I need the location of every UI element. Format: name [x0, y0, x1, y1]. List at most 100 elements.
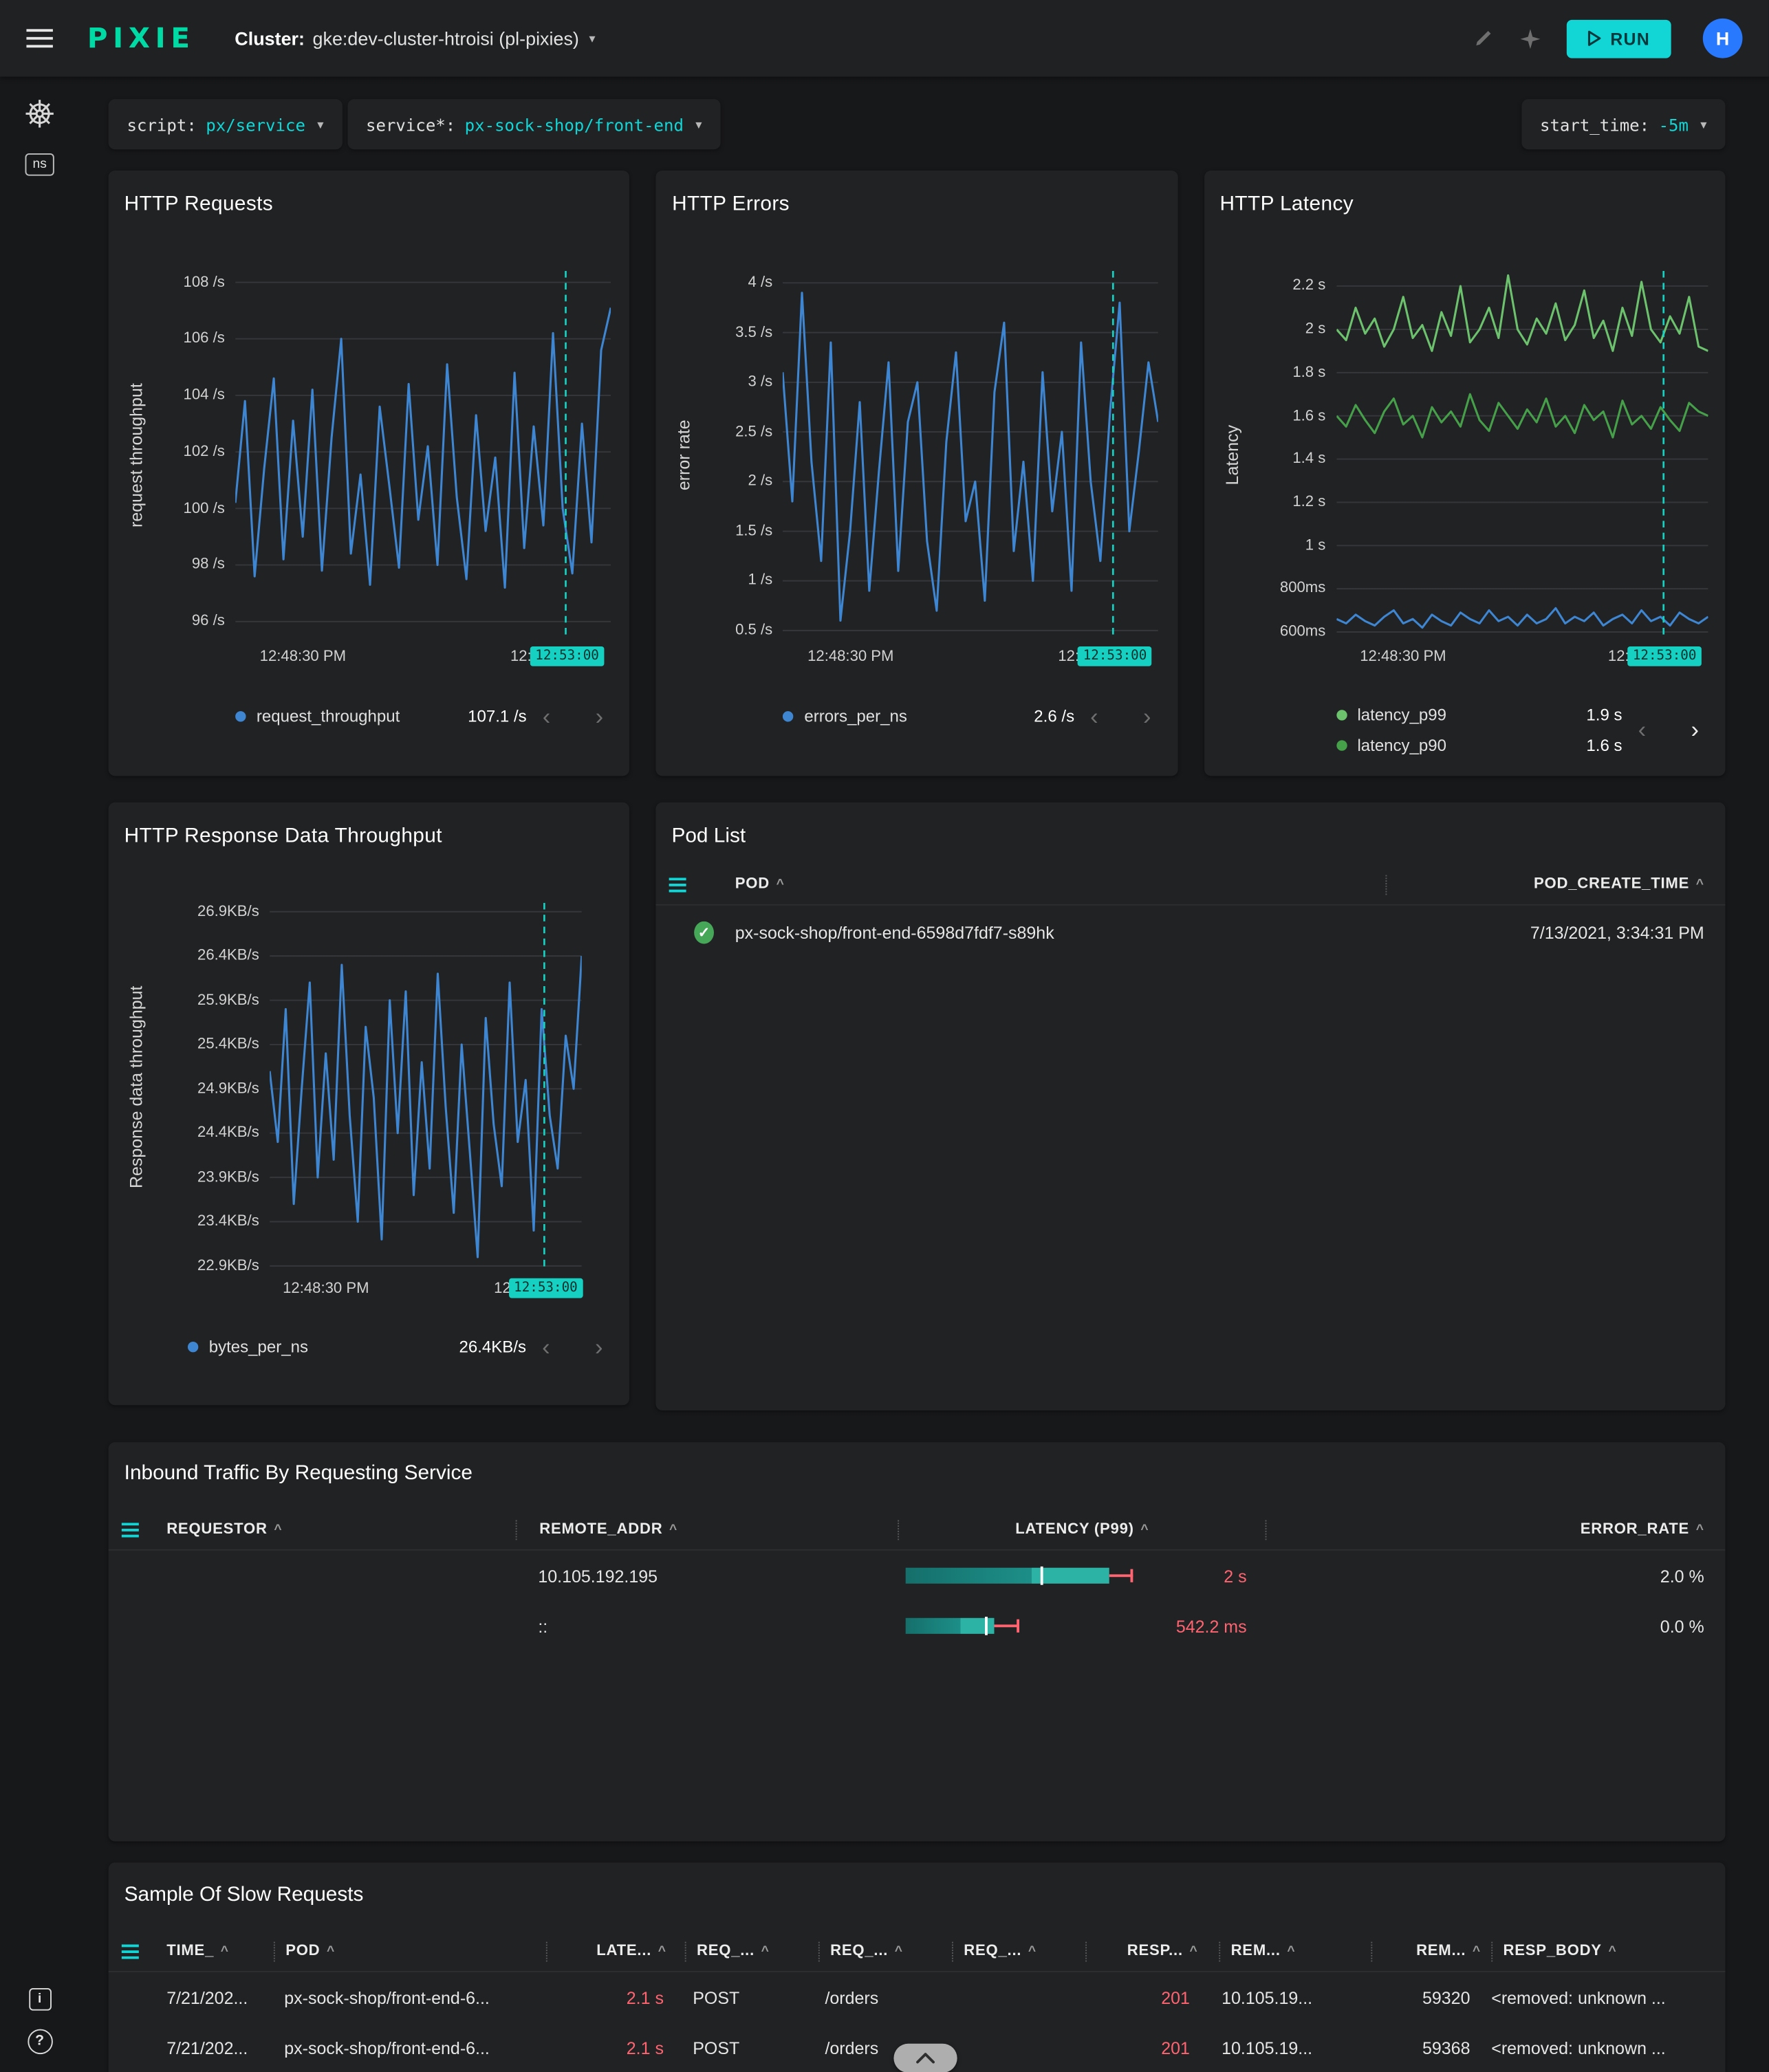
table-header-row: TIME_^ POD^ LATE...^ REQ_...^ REQ_...^ R… [109, 1931, 1726, 1972]
remote-addr-cell: 10.105.192.195 [516, 1566, 897, 1586]
time-cursor-badge: 12:53:00 [1627, 646, 1702, 666]
quantile-fill [906, 1618, 994, 1634]
chevron-down-icon: ▼ [587, 32, 597, 44]
latency-cell: 2.1 s [545, 2038, 682, 2058]
script-dropdown[interactable]: script: px/service ▼ [109, 99, 343, 149]
info-icon[interactable]: i [28, 1987, 51, 2010]
remote-addr-cell: 10.105.19... [1211, 2038, 1362, 2058]
play-icon [1588, 30, 1601, 46]
healthy-check-icon: ✓ [694, 921, 714, 944]
column-header-latency[interactable]: LATE...^ [547, 1943, 685, 1959]
table-row[interactable]: 10.105.192.195 2 s 2.0 % [109, 1551, 1726, 1601]
column-header-remote-port[interactable]: REM...^ [1372, 1943, 1491, 1959]
y-tick-label: 24.4KB/s [109, 1122, 259, 1144]
time-cursor-badge: 12:53:00 [530, 646, 605, 666]
http-requests-panel: HTTP Requests request throughput108 /s10… [109, 171, 630, 776]
quantile-whisker-cap [1130, 1569, 1133, 1582]
legend-next-icon[interactable]: › [1691, 717, 1699, 743]
legend-entry[interactable]: latency_p90 1.6 s [1336, 730, 1630, 760]
chart-plot-area[interactable] [783, 271, 1159, 638]
resp-status-cell: 201 [1079, 1987, 1211, 2007]
table-row[interactable]: ✓ px-sock-shop/front-end-6598d7fdf7-s89h… [655, 906, 1725, 959]
y-tick-label: 1 s [1204, 535, 1325, 556]
y-tick-label: 1.6 s [1204, 405, 1325, 426]
sort-asc-icon: ^ [327, 1944, 335, 1959]
y-tick-label: 1.5 /s [656, 521, 772, 542]
chart-plot-area[interactable] [270, 903, 582, 1270]
scroll-top-button[interactable] [893, 2044, 957, 2072]
column-header-req-method[interactable]: REQ_...^ [686, 1943, 818, 1959]
column-header-req-path[interactable]: REQ_...^ [820, 1943, 952, 1959]
series-value: 1.9 s [1586, 705, 1622, 723]
chart-legend: bytes_per_ns 26.4KB/s ‹ › [188, 1331, 611, 1362]
help-icon[interactable]: ? [27, 2029, 52, 2054]
legend-prev-icon[interactable]: ‹ [1638, 717, 1647, 743]
legend-next-icon[interactable]: › [596, 703, 604, 729]
edit-script-icon[interactable] [1473, 28, 1494, 49]
namespace-icon[interactable]: ns [25, 153, 54, 176]
legend-next-icon[interactable]: › [1143, 703, 1151, 729]
quantile-median-tick [984, 1617, 987, 1635]
http-requests-chart[interactable]: request throughput108 /s106 /s104 /s102 … [109, 171, 630, 776]
http-errors-chart[interactable]: error rate4 /s3.5 /s3 /s2.5 /s2 /s1.5 /s… [656, 171, 1177, 776]
start-time-dropdown[interactable]: start_time: -5m ▼ [1521, 99, 1725, 149]
quantile-whisker [994, 1624, 1019, 1627]
series-line [270, 956, 582, 1257]
chart-plot-area[interactable] [1336, 271, 1708, 638]
series-dot [188, 1341, 198, 1351]
service-dropdown[interactable]: service*: px-sock-shop/front-end ▼ [347, 99, 720, 149]
column-menu-button[interactable] [109, 1522, 156, 1536]
latency-quantile-bar [906, 1617, 1137, 1635]
legend-prev-icon[interactable]: ‹ [1090, 703, 1098, 729]
y-tick-label: 4 /s [656, 272, 772, 294]
user-avatar[interactable]: H [1703, 19, 1743, 58]
series-dot [783, 710, 794, 721]
table-row[interactable]: :: 542.2 ms 0.0 % [109, 1601, 1726, 1651]
column-header-remote-addr[interactable]: REMOTE_ADDR ^ [517, 1521, 898, 1537]
pixie-logo[interactable]: PIXIE [87, 23, 195, 54]
latency-value: 542.2 ms [1176, 1616, 1247, 1636]
column-menu-button[interactable] [109, 1944, 156, 1959]
cluster-helm-icon[interactable] [24, 98, 56, 129]
column-header-pod-create-time[interactable]: POD_CREATE_TIME ^ [1387, 876, 1725, 892]
http-response-throughput-chart[interactable]: Response data throughput26.9KB/s26.4KB/s… [109, 803, 629, 1406]
column-header-pod[interactable]: POD ^ [724, 876, 1385, 892]
legend-entry[interactable]: errors_per_ns 2.6 /s [783, 701, 1083, 731]
series-line [235, 307, 611, 587]
column-header-resp-status[interactable]: RESP...^ [1087, 1943, 1219, 1959]
script-key: script: [127, 114, 197, 134]
column-header-req-body[interactable]: REQ_...^ [953, 1943, 1085, 1959]
cluster-selector[interactable]: Cluster: gke:dev-cluster-htroisi (pl-pix… [235, 28, 597, 49]
legend-entry[interactable]: bytes_per_ns 26.4KB/s [188, 1331, 534, 1362]
y-tick-label: 26.4KB/s [109, 946, 259, 967]
column-menu-button[interactable] [655, 877, 724, 891]
sort-asc-icon: ^ [895, 1944, 903, 1959]
y-tick-label: 26.9KB/s [109, 901, 259, 922]
run-button[interactable]: RUN [1567, 19, 1671, 58]
table-title: Sample Of Slow Requests [124, 1884, 1710, 1908]
hamburger-menu-icon[interactable] [26, 29, 52, 47]
table-row[interactable]: 7/21/202... px-sock-shop/front-end-6... … [109, 1972, 1726, 2022]
pod-name-cell: px-sock-shop/front-end-6598d7fdf7-s89hk [724, 922, 1387, 942]
series-dot [235, 710, 246, 721]
http-latency-chart[interactable]: Latency2.2 s2 s1.8 s1.6 s1.4 s1.2 s1 s80… [1204, 171, 1725, 776]
legend-entry[interactable]: request_throughput 107.1 /s [235, 701, 534, 731]
x-tick-label: 12:48:30 PM [1324, 649, 1483, 665]
magic-sparkle-icon[interactable] [1521, 28, 1541, 48]
legend-prev-icon[interactable]: ‹ [543, 703, 551, 729]
latency-cell: 2 s [896, 1566, 1262, 1586]
chart-legend: request_throughput 107.1 /s ‹ › [235, 701, 611, 731]
chart-plot-area[interactable] [235, 271, 611, 638]
column-header-time[interactable]: TIME_^ [156, 1943, 274, 1959]
legend-next-icon[interactable]: › [595, 1333, 603, 1360]
column-header-resp-body[interactable]: RESP_BODY^ [1493, 1943, 1725, 1959]
legend-entry[interactable]: latency_p99 1.9 s [1336, 699, 1630, 730]
legend-prev-icon[interactable]: ‹ [542, 1333, 550, 1360]
column-header-pod[interactable]: POD^ [275, 1943, 546, 1959]
column-header-remote-addr[interactable]: REM...^ [1220, 1943, 1371, 1959]
column-header-error-rate[interactable]: ERROR_RATE ^ [1266, 1521, 1725, 1537]
column-header-latency-p99[interactable]: LATENCY (P99) ^ [899, 1521, 1265, 1537]
panel-title: HTTP Errors [672, 193, 790, 217]
script-value: px/service [206, 114, 305, 134]
column-header-requestor[interactable]: REQUESTOR ^ [156, 1521, 516, 1537]
